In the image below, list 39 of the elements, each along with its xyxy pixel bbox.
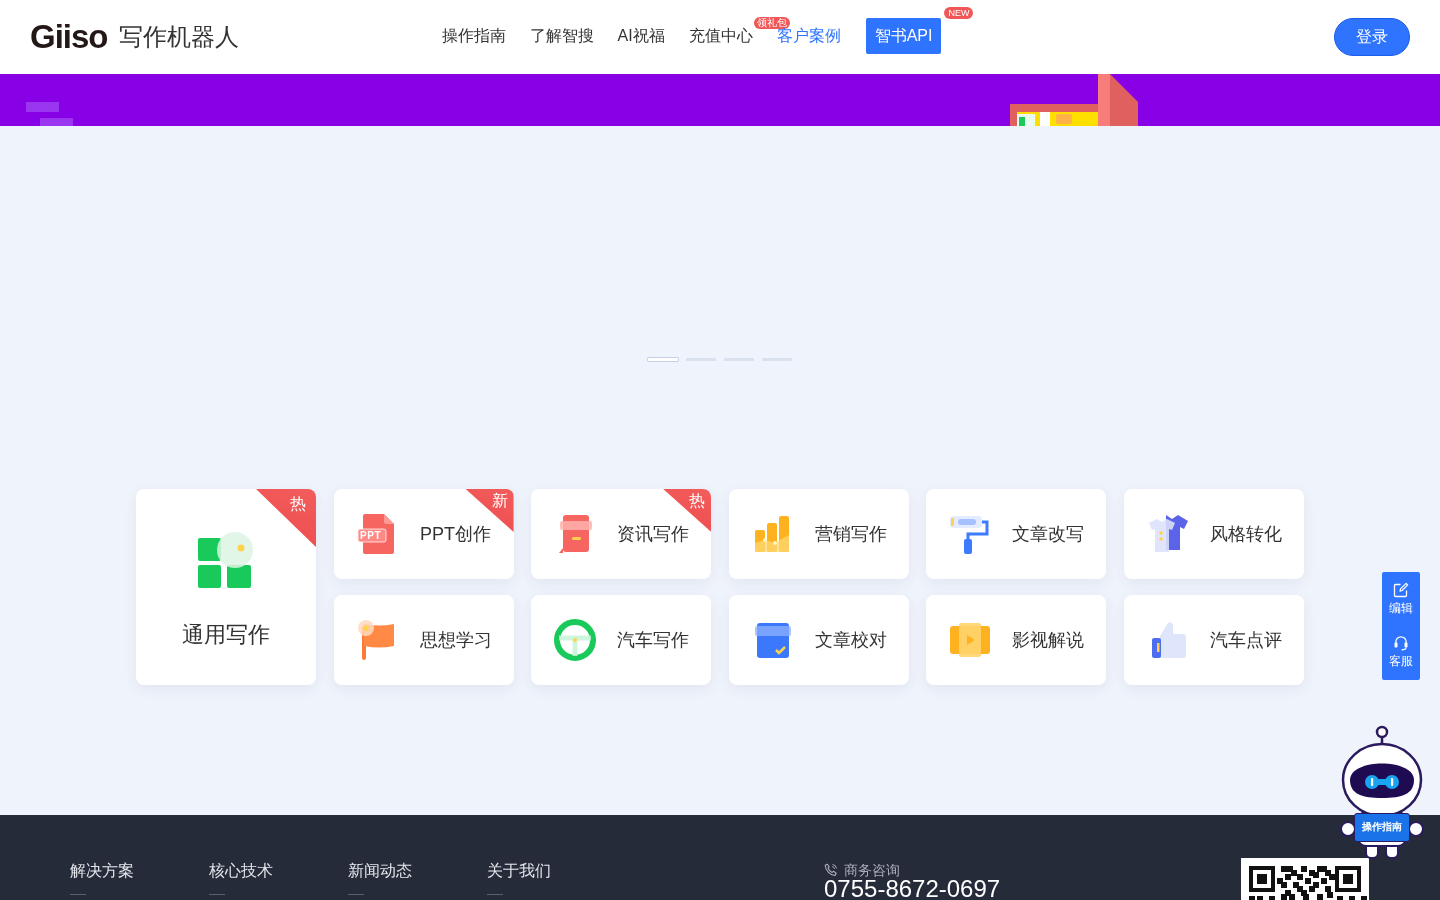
side-tool-button[interactable]: 编辑 [1389,582,1413,615]
login-button[interactable]: 登录 [1334,18,1410,56]
footer-link[interactable]: 新闻动态 [348,862,412,880]
headset-icon [1393,635,1409,651]
product-name: 写作机器人 [118,22,239,52]
phone-icon [824,863,838,877]
tool-card[interactable]: 思想学习 [333,595,514,685]
nav-badge: NEW [944,7,974,19]
qr-code-icon [1241,858,1369,900]
nav-link[interactable]: 充值中心 [688,27,753,45]
footer-link[interactable]: 核心技术 [209,862,273,880]
contact-label: 商务咨询 [844,862,900,878]
guide-label[interactable]: 操作指南 [1354,813,1410,842]
tool-card[interactable]: 汽车写作 [531,595,712,685]
edit-icon [1393,582,1409,598]
tool-card[interactable]: 通用写作 热 [136,489,316,685]
tool-card[interactable]: 营销写作 [728,489,909,579]
footer-link[interactable]: 关于我们 [487,862,551,880]
nav-link[interactable]: 操作指南 [441,27,506,45]
nav-link[interactable]: 客户案例 [776,27,841,45]
nav-link[interactable]: AI祝福 [617,27,665,45]
steering-wheel-icon [553,618,598,662]
banner-shape [40,118,73,126]
side-tool-button[interactable]: 客服 [1389,635,1413,668]
tiles-icon [196,530,256,590]
tool-card[interactable]: 文章改写 [926,489,1107,579]
tool-card[interactable]: 风格转化 [1124,489,1304,579]
footer-link[interactable]: 解决方案 [70,862,134,880]
tool-card[interactable]: 影视解说 [926,595,1107,685]
api-button[interactable]: 智书API [865,18,942,54]
nav-badge: 领礼包 [753,17,790,29]
logo-wordmark[interactable]: Giiso [30,18,108,56]
corner-badge: 热 [256,489,316,547]
icon-label: PPT [360,530,382,542]
tool-card[interactable]: 文章校对 [728,595,909,685]
tool-card[interactable]: 汽车点评 [1124,595,1304,685]
phone-number: 0755-8672-0697 [824,878,1001,900]
banner-shape [26,102,59,112]
nav-link[interactable]: 了解智搜 [529,27,594,45]
